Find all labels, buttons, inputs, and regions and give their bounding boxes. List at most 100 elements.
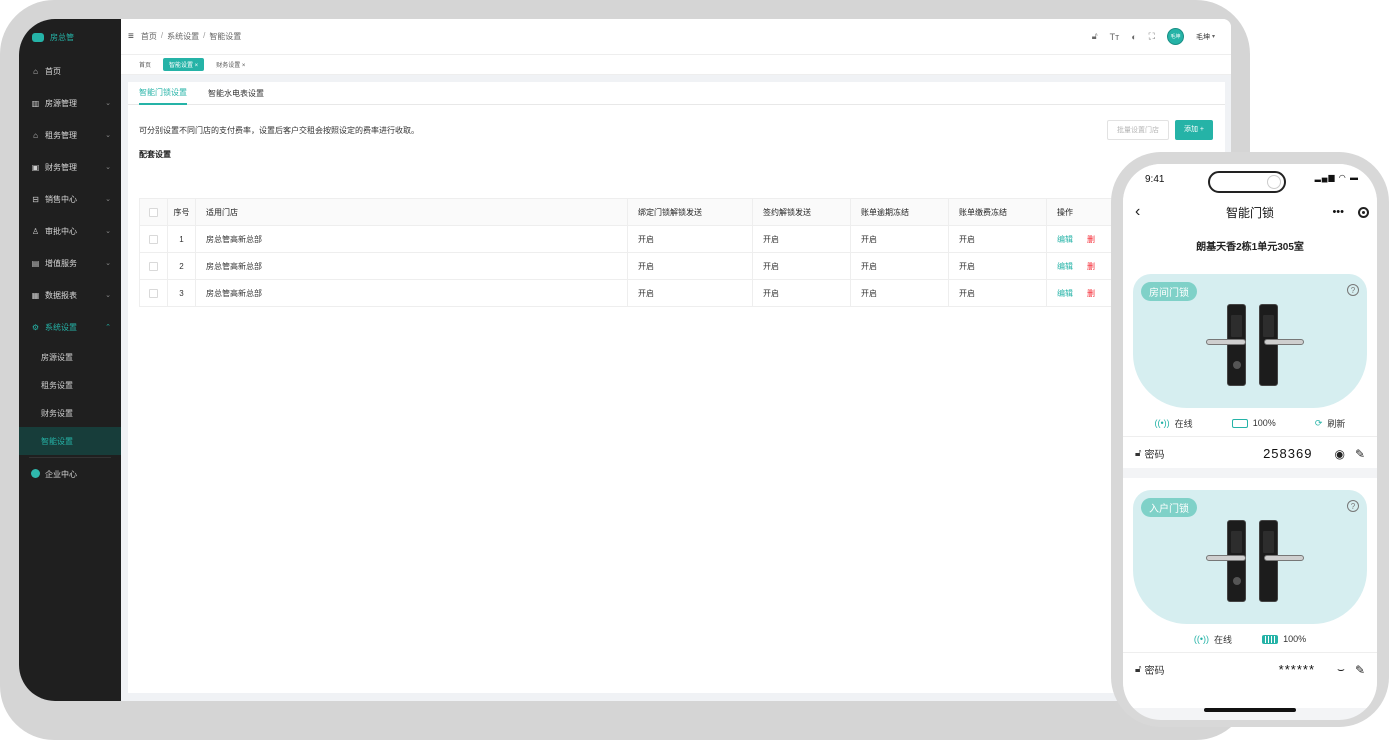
eye-closed-icon[interactable]: ⌣ [1337,662,1345,677]
sidebar-item-service[interactable]: ▤ 增值服务 ⌄ [19,247,121,279]
room-lock-card: 房间门锁 ? ((•)) 在线 100% ⟳ 刷新 🔓︎ 密码 258369 ◉ ✎ [1123,262,1377,468]
mini-program-capsule: ••• [1332,206,1369,218]
user-name[interactable]: 毛坤 [1196,32,1210,42]
fullscreen-icon[interactable]: ⛶ [1149,31,1155,42]
sidebar-item-rental[interactable]: ⌂ 租务管理 ⌄ [19,119,121,151]
eye-open-icon[interactable]: ◉ [1334,447,1344,461]
cell-pay-freeze: 开启 [948,252,1047,280]
chevron-down-icon: ⌄ [105,260,111,267]
tag-home[interactable]: 首页 [133,58,157,71]
sidebar-item-sales[interactable]: ⊟ 销售中心 ⌄ [19,183,121,215]
door-lock-front-icon [1206,304,1246,386]
sidebar-item-finance[interactable]: ▣ 财务管理 ⌄ [19,151,121,183]
sidebar-item-label: 财务管理 [45,162,77,172]
phone-screen: 9:41 ▂▄▆ ◠ ▬ ‹ 智能门锁 ••• 朗基天香2栋1单元305室 房间… [1123,164,1377,720]
add-button[interactable]: 添加 + [1174,120,1213,140]
avatar[interactable]: 毛坤 [1166,28,1184,45]
room-name: 朗基天香2栋1单元305室 [1123,228,1377,262]
edit-link[interactable]: 编辑 [1057,235,1073,244]
breadcrumb-settings[interactable]: 系统设置 [167,31,199,42]
col-index: 序号 [167,198,196,226]
cell-index: 2 [167,252,196,280]
finance-icon: ▣ [31,162,40,172]
wireless-icon: ((•)) [1193,634,1210,644]
sidebar-item-label: 房源管理 [45,98,77,108]
delete-link[interactable]: 删 [1087,289,1095,298]
sidebar-subitem-property-settings[interactable]: 房源设置 [19,343,121,371]
row-checkbox[interactable] [149,234,158,244]
password-label: 密码 [1144,666,1165,677]
cell-store: 房总管高新总部 [195,279,628,307]
edit-link[interactable]: 编辑 [1057,289,1073,298]
table-row: 3 房总管高新总部 开启 开启 开启 开启 编辑 删 [139,279,1216,307]
tag-smart-settings[interactable]: 智能设置 × [163,58,205,71]
cell-store: 房总管高新总部 [195,225,628,253]
sidebar-item-report[interactable]: ▦ 数据报表 ⌄ [19,279,121,311]
row-checkbox-cell [139,225,168,253]
sidebar-item-property[interactable]: ▥ 房源管理 ⌄ [19,87,121,119]
sidebar-item-label: 租务管理 [45,130,77,140]
sidebar-item-settings[interactable]: ⚙ 系统设置 ⌃ [19,311,121,343]
chevron-down-icon: ⌄ [105,196,111,203]
breadcrumb-home[interactable]: 首页 [141,31,157,42]
caret-down-icon[interactable]: ▾ [1212,33,1215,40]
content-panel: 智能门锁设置 智能水电表设置 可分别设置不同门店的支付费率，设置后客户交租会按照… [128,82,1225,693]
entry-lock-badge: 入户门锁 [1141,498,1197,517]
theme-icon[interactable]: ◐ [1131,32,1136,42]
edit-pencil-icon[interactable]: ✎ [1355,663,1365,677]
topbar: ≡ 首页 / 系统设置 / 智能设置 🔓︎ Tт ◐ ⛶ 毛坤 毛坤 ▾ [121,19,1231,55]
battery-status: 100% [1231,418,1276,428]
col-overdue-freeze: 账单逾期冻结 [850,198,949,226]
main-area: ≡ 首页 / 系统设置 / 智能设置 🔓︎ Tт ◐ ⛶ 毛坤 毛坤 ▾ 首页 … [121,19,1231,701]
approval-icon: ♙ [31,226,40,236]
sidebar-subitem-finance-settings[interactable]: 财务设置 [19,399,121,427]
door-lock-front-icon [1206,520,1246,602]
cell-store: 房总管高新总部 [195,252,628,280]
help-icon[interactable]: ? [1347,500,1359,512]
menu-icon[interactable]: ≡ [128,31,134,42]
help-icon[interactable]: ? [1347,284,1359,296]
tag-finance-settings[interactable]: 财务设置 × [210,58,251,71]
brand[interactable]: 房总管 [19,19,121,55]
refresh-button[interactable]: ⟳ 刷新 [1315,417,1346,430]
font-size-icon[interactable]: Tт [1110,32,1120,42]
sidebar-subitem-rental-settings[interactable]: 租务设置 [19,371,121,399]
delete-link[interactable]: 删 [1087,235,1095,244]
room-lock-password-row: 🔓︎ 密码 258369 ◉ ✎ [1123,436,1377,470]
chevron-down-icon: ⌄ [105,228,111,235]
home-icon: ⌂ [33,66,38,76]
sidebar-item-home[interactable]: ⌂ 首页 [19,55,121,87]
house-icon: ⌂ [33,130,38,140]
phone-navbar: ‹ 智能门锁 ••• [1123,196,1377,228]
table-row: 2 房总管高新总部 开启 开启 开启 开启 编辑 删 [139,252,1216,280]
row-checkbox[interactable] [149,261,158,271]
edit-pencil-icon[interactable]: ✎ [1355,447,1365,461]
password-value: 258369 [1263,446,1313,461]
close-miniprogram-icon[interactable] [1358,206,1369,218]
sidebar-item-enterprise[interactable]: 企业中心 [19,458,121,490]
table-row: 1 房总管高新总部 开启 开启 开启 开启 编辑 删 [139,225,1216,253]
cell-overdue-freeze: 开启 [850,225,949,253]
edit-link[interactable]: 编辑 [1057,262,1073,271]
tablet-frame: 房总管 ⌂ 首页 ▥ 房源管理 ⌄ ⌂ 租务管理 ⌄ ▣ 财务管理 ⌄ ⊟ 销售… [0,0,1250,740]
row-checkbox[interactable] [149,288,158,298]
chevron-down-icon: ⌄ [105,164,111,171]
service-icon: ▤ [31,258,40,268]
sidebar-item-approval[interactable]: ♙ 审批中心 ⌄ [19,215,121,247]
battery-status: 100% [1262,634,1306,644]
table-header-row: 序号 适用门店 绑定门锁解锁发送 签约解锁发送 账单逾期冻结 账单缴费冻结 操作 [139,198,1216,226]
lock-icon[interactable]: 🔓︎ [1092,31,1098,42]
more-icon[interactable]: ••• [1332,206,1344,218]
report-icon: ▦ [31,290,40,300]
chevron-down-icon: ⌄ [105,100,111,107]
delete-link[interactable]: 删 [1087,262,1095,271]
breadcrumb-separator: / [203,31,206,40]
back-icon[interactable]: ‹ [1135,203,1140,221]
signal-wifi-battery-icon: ▂▄▆ ◠ ▬ [1314,173,1359,182]
tab-smart-meter[interactable]: 智能水电表设置 [208,82,264,105]
tab-smart-lock[interactable]: 智能门锁设置 [139,82,187,105]
select-all-checkbox[interactable] [149,207,158,217]
batch-set-button[interactable]: 批量设置门店 [1106,120,1169,140]
sidebar-subitem-smart-settings[interactable]: 智能设置 [19,427,121,455]
chevron-up-icon: ⌃ [105,324,111,331]
